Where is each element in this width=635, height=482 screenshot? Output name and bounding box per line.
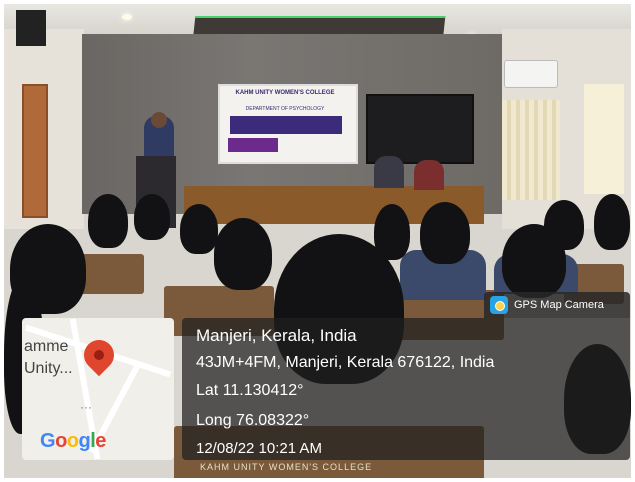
audience-member xyxy=(134,194,170,240)
audience-member xyxy=(214,218,272,290)
capture-datetime: 12/08/22 10:21 AM xyxy=(196,440,322,457)
map-place-label: amme xyxy=(24,338,69,355)
wall-speaker xyxy=(16,10,46,46)
workshop-banner: KAHM UNITY WOMEN'S COLLEGE DEPARTMENT OF… xyxy=(218,84,358,164)
event-photo: KAHM UNITY WOMEN'S COLLEGE DEPARTMENT OF… xyxy=(4,4,631,478)
audience-member xyxy=(88,194,128,248)
banner-department: DEPARTMENT OF PSYCHOLOGY xyxy=(245,106,325,112)
wall-tv xyxy=(366,94,474,164)
air-conditioner xyxy=(504,60,558,88)
audience-member xyxy=(420,202,470,264)
map-dots: ··· xyxy=(80,400,92,414)
location-address: 43JM+4FM, Manjeri, Kerala 676122, India xyxy=(196,354,495,371)
banner-talk-block xyxy=(228,138,278,152)
location-map-thumbnail: amme Unity... ··· Google xyxy=(22,318,174,460)
ceiling-light xyxy=(122,14,132,20)
chair-print: KAHM UNITY WOMEN'S COLLEGE xyxy=(200,462,373,472)
audience-member xyxy=(544,200,584,250)
location-longitude: Long 76.08322° xyxy=(196,412,310,429)
google-logo: Google xyxy=(40,430,106,452)
gps-camera-badge: GPS Map Camera xyxy=(484,292,630,318)
window xyxy=(584,84,624,194)
audience-member xyxy=(594,194,630,250)
location-latitude: Lat 11.130412° xyxy=(196,382,304,399)
gps-camera-label: GPS Map Camera xyxy=(514,299,604,311)
audience-member xyxy=(180,204,218,254)
banner-college: KAHM UNITY WOMEN'S COLLEGE xyxy=(235,90,335,96)
presenter-head xyxy=(151,112,167,128)
location-title: Manjeri, Kerala, India xyxy=(196,326,357,345)
map-place-label: Unity... xyxy=(24,360,73,377)
banner-title-block xyxy=(230,116,342,134)
gps-map-camera-icon xyxy=(490,296,508,314)
guest-seated xyxy=(414,160,444,190)
curtain xyxy=(502,100,560,200)
guest-seated xyxy=(374,156,404,188)
location-info-panel: Manjeri, Kerala, India 43JM+4FM, Manjeri… xyxy=(182,318,630,460)
